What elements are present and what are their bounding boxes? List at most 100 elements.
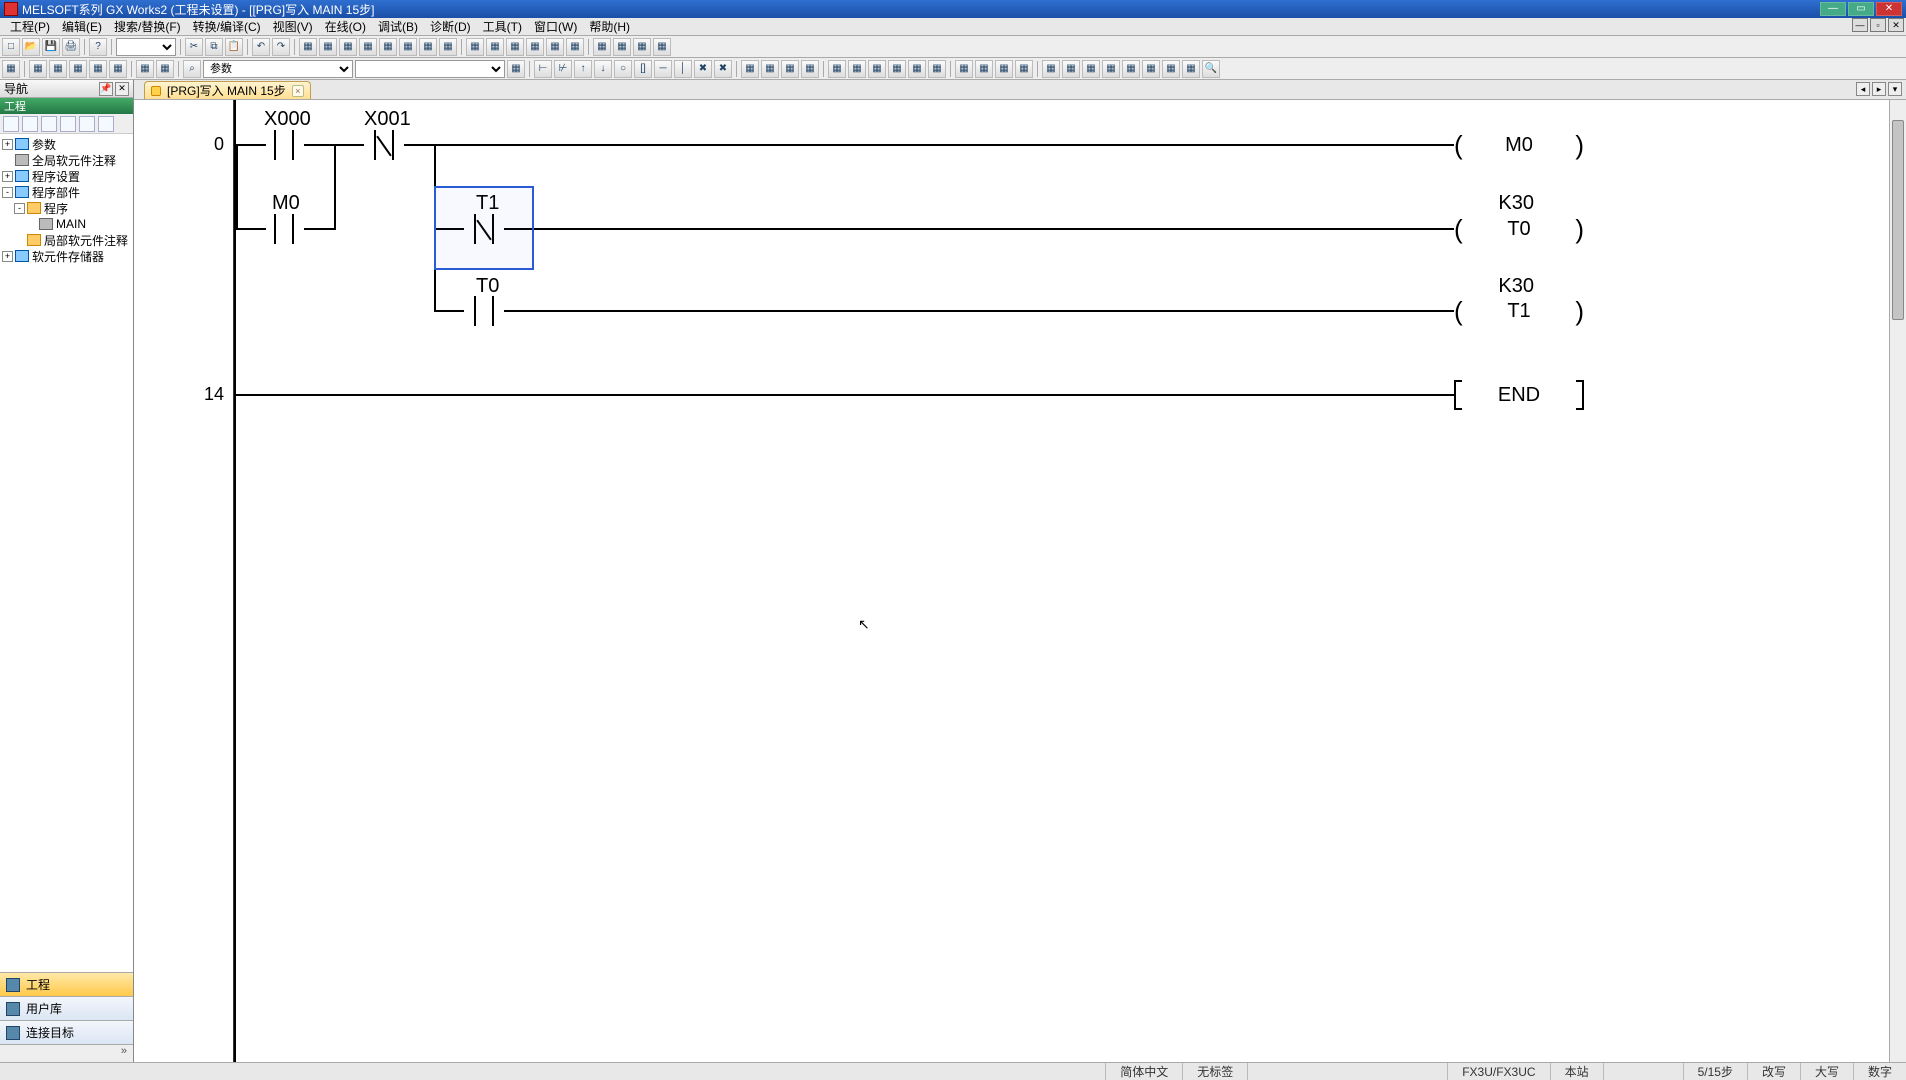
tb-ladder-icon[interactable]: ▦ <box>399 38 417 56</box>
tree-item-params[interactable]: +参数 <box>0 136 133 152</box>
tree-item-program-settings[interactable]: +程序设置 <box>0 168 133 184</box>
tb2-icon[interactable]: ▦ <box>29 60 47 78</box>
tb-ladder-icon[interactable]: ▦ <box>633 38 651 56</box>
tb-ladder-icon[interactable]: ▦ <box>379 38 397 56</box>
tb-ladder-icon[interactable]: ▦ <box>299 38 317 56</box>
tb2-icon[interactable]: ▦ <box>828 60 846 78</box>
tb2-icon[interactable]: ▦ <box>89 60 107 78</box>
tb2-icon[interactable]: ▦ <box>136 60 154 78</box>
nav-task-userlib[interactable]: 用户库 <box>0 996 133 1020</box>
nav-task-connection[interactable]: 连接目标 <box>0 1020 133 1044</box>
window-minimize-button[interactable]: — <box>1820 2 1846 16</box>
tb-ladder-icon[interactable]: ▦ <box>546 38 564 56</box>
menu-online[interactable]: 在线(O) <box>319 18 372 35</box>
contact-nc[interactable] <box>364 130 404 160</box>
tb2-icon[interactable]: ▦ <box>2 60 20 78</box>
tree-item-device-memory[interactable]: +软元件存储器 <box>0 248 133 264</box>
navigator-pin-button[interactable]: 📌 <box>99 82 113 96</box>
tb-ladder-icon[interactable]: ▦ <box>419 38 437 56</box>
coil[interactable]: ( T1 ) <box>1454 296 1584 326</box>
tb-copy-icon[interactable]: ⧉ <box>205 38 223 56</box>
tb2-icon[interactable]: ▦ <box>109 60 127 78</box>
menu-help[interactable]: 帮助(H) <box>583 18 636 35</box>
menu-tools[interactable]: 工具(T) <box>477 18 528 35</box>
tree-item-local-comment[interactable]: 局部软元件注释 <box>0 232 133 248</box>
tb-help-icon[interactable]: ? <box>89 38 107 56</box>
tree-item-program[interactable]: -程序 <box>0 200 133 216</box>
contact-no[interactable] <box>264 214 304 244</box>
window-maximize-button[interactable]: ▭ <box>1848 2 1874 16</box>
tb2-vline-icon[interactable]: │ <box>674 60 692 78</box>
coil[interactable]: ( T0 ) <box>1454 214 1584 244</box>
tb2-icon[interactable]: ▦ <box>761 60 779 78</box>
tree-twisty-icon[interactable]: - <box>14 203 25 214</box>
tabstrip-menu-button[interactable]: ▾ <box>1888 82 1902 96</box>
tb-cut-icon[interactable]: ✂ <box>185 38 203 56</box>
tb2-icon[interactable]: ▦ <box>868 60 886 78</box>
tb-ladder-icon[interactable]: ▦ <box>359 38 377 56</box>
navigator-overflow-button[interactable]: » <box>0 1044 133 1062</box>
tb2-func-icon[interactable]: [] <box>634 60 652 78</box>
tb-ladder-icon[interactable]: ▦ <box>593 38 611 56</box>
tb-redo-icon[interactable]: ↷ <box>272 38 290 56</box>
tb2-icon[interactable]: ▦ <box>1162 60 1180 78</box>
tb2-icon[interactable]: ▦ <box>1082 60 1100 78</box>
tb2-icon[interactable]: ▦ <box>888 60 906 78</box>
nav-mini-btn[interactable] <box>79 116 95 132</box>
menu-edit[interactable]: 编辑(E) <box>56 18 108 35</box>
tb2-icon[interactable]: ▦ <box>69 60 87 78</box>
nav-mini-btn[interactable] <box>60 116 76 132</box>
tree-twisty-icon[interactable]: - <box>2 187 13 198</box>
tb2-contact-p-icon[interactable]: ↑ <box>574 60 592 78</box>
menu-compile[interactable]: 转换/编译(C) <box>187 18 267 35</box>
tb-ladder-icon[interactable]: ▦ <box>613 38 631 56</box>
tb2-icon[interactable]: ▦ <box>781 60 799 78</box>
tb2-contact-no-icon[interactable]: ⊢ <box>534 60 552 78</box>
tb2-zoom-icon[interactable]: 🔍 <box>1202 60 1220 78</box>
tb-ladder-icon[interactable]: ▦ <box>526 38 544 56</box>
tb2-icon[interactable]: ▦ <box>1102 60 1120 78</box>
tabstrip-prev-button[interactable]: ◂ <box>1856 82 1870 96</box>
contact-no[interactable] <box>464 296 504 326</box>
nav-task-project[interactable]: 工程 <box>0 972 133 996</box>
tree-item-main[interactable]: MAIN <box>0 216 133 232</box>
tb-undo-icon[interactable]: ↶ <box>252 38 270 56</box>
tb2-device-combo[interactable]: 参数 <box>203 60 353 78</box>
menu-view[interactable]: 视图(V) <box>267 18 319 35</box>
tb-save-icon[interactable]: 💾 <box>42 38 60 56</box>
ladder-editor[interactable]: 0 14 X000 X001 M0 T1 T0 <box>134 100 1906 1062</box>
tree-twisty-icon[interactable]: + <box>2 139 13 150</box>
tb-print-icon[interactable]: 🖨 <box>62 38 80 56</box>
tb2-contact-nc-icon[interactable]: ⊬ <box>554 60 572 78</box>
nav-mini-btn[interactable] <box>22 116 38 132</box>
tb2-del-hline-icon[interactable]: ✖ <box>694 60 712 78</box>
menu-window[interactable]: 窗口(W) <box>528 18 583 35</box>
tb-ladder-icon[interactable]: ▦ <box>319 38 337 56</box>
menu-project[interactable]: 工程(P) <box>4 18 56 35</box>
tb2-icon[interactable]: ▦ <box>1042 60 1060 78</box>
tb2-del-vline-icon[interactable]: ✖ <box>714 60 732 78</box>
tb-ladder-icon[interactable]: ▦ <box>339 38 357 56</box>
tree-twisty-icon[interactable]: + <box>2 251 13 262</box>
mdi-close-button[interactable]: ✕ <box>1888 18 1904 32</box>
tb2-combo2[interactable] <box>355 60 505 78</box>
tree-item-program-parts[interactable]: -程序部件 <box>0 184 133 200</box>
tb2-icon[interactable]: ▦ <box>741 60 759 78</box>
mdi-minimize-button[interactable]: — <box>1852 18 1868 32</box>
tb2-icon[interactable]: ▦ <box>507 60 525 78</box>
tb2-icon[interactable]: ▦ <box>156 60 174 78</box>
tb-ladder-icon[interactable]: ▦ <box>506 38 524 56</box>
tb2-icon[interactable]: ▦ <box>801 60 819 78</box>
tb2-coil-icon[interactable]: ○ <box>614 60 632 78</box>
coil[interactable]: ( M0 ) <box>1454 130 1584 160</box>
tb2-contact-n-icon[interactable]: ↓ <box>594 60 612 78</box>
tb-open-icon[interactable]: 📂 <box>22 38 40 56</box>
contact-no[interactable] <box>264 130 304 160</box>
document-tab[interactable]: [PRG]写入 MAIN 15步 × <box>144 81 311 99</box>
tb2-icon[interactable]: ▦ <box>1142 60 1160 78</box>
menu-diag[interactable]: 诊断(D) <box>424 18 477 35</box>
menu-debug[interactable]: 调试(B) <box>372 18 424 35</box>
scrollbar-thumb[interactable] <box>1892 120 1904 320</box>
tb2-icon[interactable]: ▦ <box>848 60 866 78</box>
tb-ladder-icon[interactable]: ▦ <box>566 38 584 56</box>
